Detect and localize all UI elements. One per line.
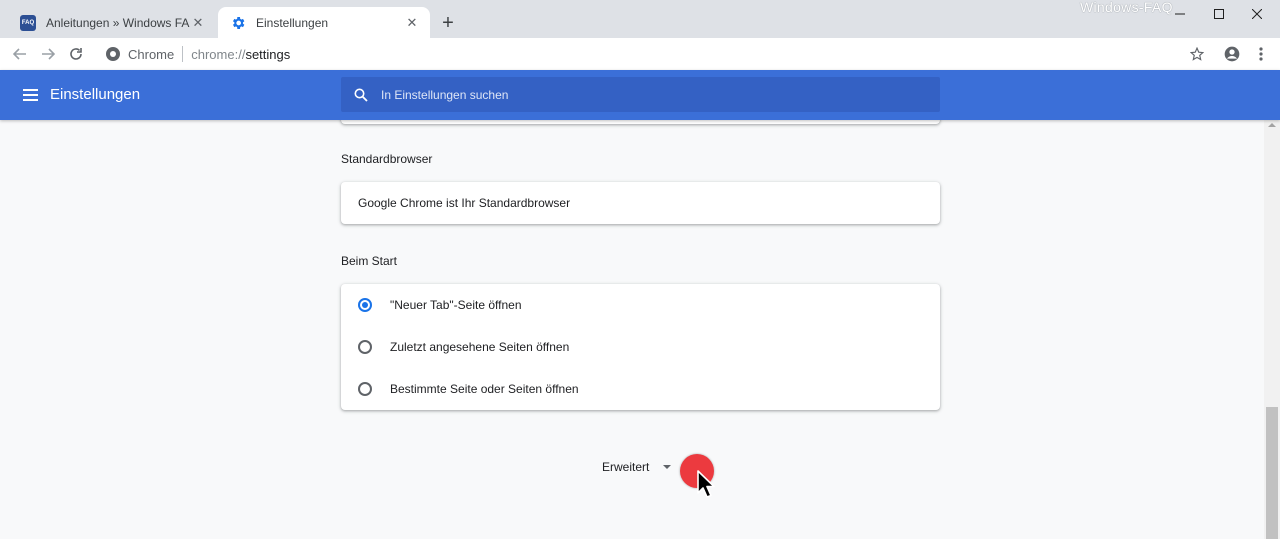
option-label: "Neuer Tab"-Seite öffnen [390, 298, 522, 312]
radio-unchecked[interactable] [358, 382, 372, 396]
option-label: Zuletzt angesehene Seiten öffnen [390, 340, 570, 354]
search-icon [341, 88, 381, 102]
omnibox-separator [182, 46, 184, 62]
menu-icon[interactable] [18, 83, 42, 107]
radio-unchecked[interactable] [358, 340, 372, 354]
title-bar: FAQ Anleitungen » Windows FAQ ✕ Einstell… [0, 0, 1280, 38]
settings-header: Einstellungen [0, 70, 1280, 120]
tab-title: Einstellungen [256, 15, 329, 30]
page-title: Einstellungen [50, 86, 141, 103]
address-bar[interactable]: Chrome chrome://settings [96, 41, 1216, 67]
tab-einstellungen[interactable]: Einstellungen ✕ [218, 7, 430, 38]
chrome-icon [106, 47, 120, 61]
browser-toolbar: Chrome chrome://settings [0, 38, 1280, 70]
cursor-icon [697, 470, 715, 498]
url-host: settings [245, 46, 291, 62]
tab-windows-faq[interactable]: FAQ Anleitungen » Windows FAQ ✕ [8, 7, 216, 38]
tab-title: Anleitungen » Windows FAQ [46, 15, 190, 30]
radio-checked[interactable] [358, 298, 372, 312]
reload-icon[interactable] [64, 42, 88, 66]
section-title-on-startup: Beim Start [341, 254, 398, 268]
gear-icon [233, 16, 245, 29]
search-box[interactable] [341, 77, 940, 112]
omnibox-chip: Chrome [128, 46, 175, 62]
minimize-button[interactable] [1163, 0, 1197, 28]
default-browser-status: Google Chrome ist Ihr Standardbrowser [358, 196, 571, 210]
previous-section-card [341, 120, 940, 124]
forward-icon[interactable] [36, 42, 60, 66]
account-icon[interactable] [1220, 42, 1244, 66]
vertical-scrollbar[interactable] [1264, 120, 1280, 539]
star-icon[interactable] [1185, 42, 1209, 66]
scroll-thumb[interactable] [1266, 407, 1278, 539]
close-icon[interactable]: ✕ [404, 15, 420, 31]
browser-window: FAQ Anleitungen » Windows FAQ ✕ Einstell… [0, 0, 1280, 539]
default-browser-card: Google Chrome ist Ihr Standardbrowser [341, 182, 940, 224]
close-icon[interactable]: ✕ [190, 15, 206, 31]
back-icon[interactable] [8, 42, 32, 66]
scroll-up-arrow[interactable] [1268, 123, 1276, 127]
more-icon[interactable] [1249, 42, 1273, 66]
startup-option-specific-pages[interactable]: Bestimmte Seite oder Seiten öffnen [341, 368, 940, 410]
advanced-button[interactable]: Erweitert [602, 460, 672, 474]
close-window-button[interactable] [1240, 0, 1274, 28]
startup-option-new-tab[interactable]: "Neuer Tab"-Seite öffnen [341, 284, 940, 326]
startup-option-continue[interactable]: Zuletzt angesehene Seiten öffnen [341, 326, 940, 368]
chevron-down-icon [663, 465, 672, 469]
watermark: Windows-FAQ [1080, 0, 1173, 15]
maximize-button[interactable] [1202, 0, 1236, 28]
section-title-default-browser: Standardbrowser [341, 152, 433, 166]
settings-content: Standardbrowser Google Chrome ist Ihr St… [0, 120, 1264, 539]
url-scheme: chrome:// [191, 46, 246, 62]
option-label: Bestimmte Seite oder Seiten öffnen [390, 382, 579, 396]
plus-icon[interactable]: + [436, 11, 460, 35]
faq-favicon: FAQ [20, 14, 36, 31]
advanced-label: Erweitert [602, 460, 650, 474]
on-startup-card: "Neuer Tab"-Seite öffnen Zuletzt angeseh… [341, 284, 940, 410]
search-input[interactable] [381, 87, 921, 102]
